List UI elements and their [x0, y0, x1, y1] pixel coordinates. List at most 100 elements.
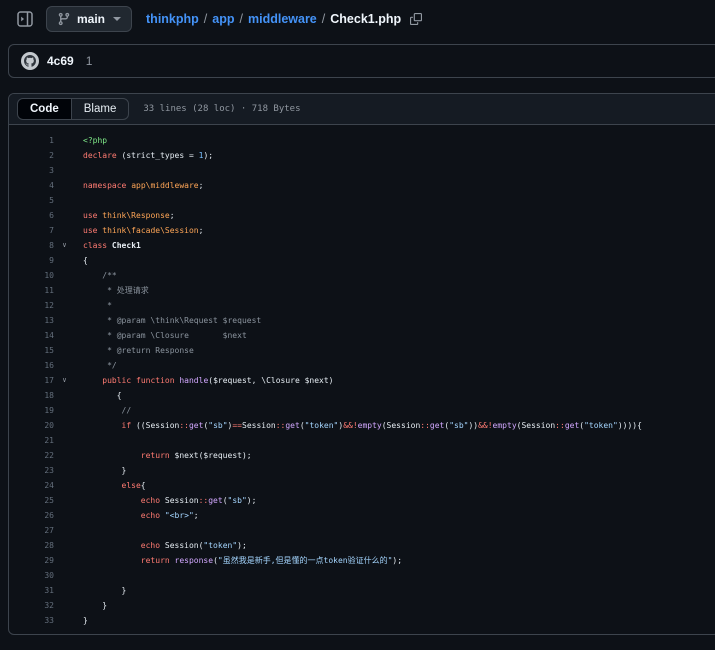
breadcrumb: thinkphp / app / middleware / Check1.php: [146, 12, 423, 26]
line-number[interactable]: 21: [9, 433, 54, 448]
code-line: 28 echo Session("token");: [9, 538, 715, 553]
line-number[interactable]: 15: [9, 343, 54, 358]
line-number[interactable]: 20: [9, 418, 54, 433]
file-content-box: Code Blame 33 lines (28 loc) · 718 Bytes …: [8, 93, 715, 635]
breadcrumb-separator: /: [321, 12, 326, 26]
code-text: return $next($request);: [140, 451, 252, 460]
line-number[interactable]: 30: [9, 568, 54, 583]
code-line: 22 return $next($request);: [9, 448, 715, 463]
line-number[interactable]: 6: [9, 208, 54, 223]
code-line: 27: [9, 523, 715, 538]
file-meta-info: 33 lines (28 loc) · 718 Bytes: [143, 104, 301, 114]
line-number[interactable]: 19: [9, 403, 54, 418]
fold-gutter: [54, 448, 75, 463]
fold-gutter: [54, 253, 75, 268]
fold-gutter: [54, 298, 75, 313]
code-text: }: [83, 466, 127, 475]
line-number[interactable]: 5: [9, 193, 54, 208]
line-number[interactable]: 1: [9, 133, 54, 148]
line-number[interactable]: 9: [9, 253, 54, 268]
sidebar-expand-icon[interactable]: [14, 8, 36, 30]
tab-blame[interactable]: Blame: [72, 99, 129, 119]
line-number[interactable]: 28: [9, 538, 54, 553]
code-text: class Check1: [83, 241, 141, 250]
caret-down-icon: [113, 17, 122, 21]
git-branch-icon: [57, 12, 71, 26]
code-line: 31 }: [9, 583, 715, 598]
code-text: *: [83, 301, 112, 310]
copy-path-icon[interactable]: [410, 13, 423, 25]
line-number[interactable]: 3: [9, 163, 54, 178]
line-number[interactable]: 18: [9, 388, 54, 403]
line-number[interactable]: 10: [9, 268, 54, 283]
code-text: * @param \think\Request $request: [83, 316, 262, 325]
line-number[interactable]: 13: [9, 313, 54, 328]
fold-gutter: [54, 268, 75, 283]
fold-gutter: [54, 328, 75, 343]
breadcrumb-link[interactable]: thinkphp: [146, 12, 199, 26]
code-line: 19 //: [9, 403, 715, 418]
code-text: use think\Response;: [83, 211, 175, 220]
line-number[interactable]: 14: [9, 328, 54, 343]
code-text: echo Session::get("sb");: [140, 496, 257, 505]
code-text: use think\facade\Session;: [83, 226, 204, 235]
fold-gutter: [54, 133, 75, 148]
fold-chevron-icon[interactable]: ∨: [54, 238, 75, 253]
code-text: if ((Session::get("sb")==Session::get("t…: [121, 421, 642, 430]
fold-gutter: [54, 433, 75, 448]
line-number[interactable]: 11: [9, 283, 54, 298]
code-text: {: [83, 391, 122, 400]
fold-gutter: [54, 313, 75, 328]
code-line: 21: [9, 433, 715, 448]
code-text: {: [83, 256, 88, 265]
fold-gutter: [54, 193, 75, 208]
code-listing: 1 <?php 2 declare (strict_types = 1); 3 4 name…: [9, 125, 715, 634]
code-text: }: [83, 601, 108, 610]
line-number[interactable]: 2: [9, 148, 54, 163]
line-number[interactable]: 32: [9, 598, 54, 613]
line-number[interactable]: 31: [9, 583, 54, 598]
tab-code[interactable]: Code: [18, 99, 72, 119]
line-number[interactable]: 12: [9, 298, 54, 313]
code-line: 15 * @return Response: [9, 343, 715, 358]
code-text: else{: [121, 481, 146, 490]
commit-message[interactable]: 4c69: [47, 54, 74, 68]
fold-chevron-icon[interactable]: ∨: [54, 373, 75, 388]
line-number[interactable]: 29: [9, 553, 54, 568]
breadcrumb-link[interactable]: middleware: [248, 12, 317, 26]
line-number[interactable]: 4: [9, 178, 54, 193]
fold-gutter: [54, 358, 75, 373]
fold-gutter: [54, 283, 75, 298]
line-number[interactable]: 17: [9, 373, 54, 388]
line-number[interactable]: 16: [9, 358, 54, 373]
code-blame-toggle: Code Blame: [17, 98, 130, 120]
latest-commit-bar[interactable]: 4c69 1: [8, 44, 715, 78]
fold-gutter: [54, 583, 75, 598]
code-text: * 处理请求: [83, 286, 149, 295]
code-line: 2 declare (strict_types = 1);: [9, 148, 715, 163]
line-number[interactable]: 24: [9, 478, 54, 493]
breadcrumb-filename: Check1.php: [330, 12, 402, 26]
commit-author-avatar[interactable]: [21, 52, 39, 70]
fold-gutter: [54, 538, 75, 553]
line-number[interactable]: 7: [9, 223, 54, 238]
code-line: 17 ∨ public function handle($request, \Cl…: [9, 373, 715, 388]
code-line: 11 * 处理请求: [9, 283, 715, 298]
fold-gutter: [54, 163, 75, 178]
line-number[interactable]: 33: [9, 613, 54, 628]
breadcrumb-link[interactable]: app: [212, 12, 234, 26]
fold-gutter: [54, 553, 75, 568]
line-number[interactable]: 23: [9, 463, 54, 478]
fold-gutter: [54, 568, 75, 583]
branch-selector-button[interactable]: main: [46, 6, 133, 32]
file-nav-bar: main thinkphp / app / middleware / Check1.php: [0, 0, 715, 38]
line-number[interactable]: 27: [9, 523, 54, 538]
line-number[interactable]: 25: [9, 493, 54, 508]
line-number[interactable]: 22: [9, 448, 54, 463]
line-number[interactable]: 26: [9, 508, 54, 523]
line-number[interactable]: 8: [9, 238, 54, 253]
fold-gutter: [54, 463, 75, 478]
